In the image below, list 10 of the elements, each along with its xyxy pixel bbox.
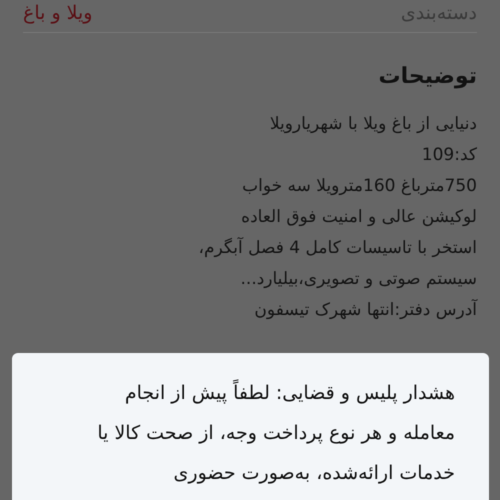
description-line: کد:109 <box>420 144 477 167</box>
description-line: استخر با تاسیسات کامل 4 فصل آبگرم، <box>198 236 477 260</box>
warning-text: هشدار پلیس و قضایی: لطفاً پیش از انجام معامله و هر نوع پرداخت وجه، از صحت کالا یا خدمات ارائه‌شده، به‌صورت حضوری <box>72 373 455 493</box>
description-line: آدرس دفتر:انتها شهرک تیسفون <box>253 298 477 322</box>
category-value: ویلا و باغ <box>23 1 92 26</box>
description-line: دنیایی از باغ ویلا با شهریارویلا <box>268 113 477 136</box>
description-line: سیستم صوتی و تصویری،بیلیارد... <box>240 268 477 291</box>
description-title: توضیحات <box>377 63 477 91</box>
description-line: لوکیشن عالی و امنیت فوق العاده <box>240 206 477 229</box>
description-line: 750مترباغ 160مترویلا سه خواب <box>241 175 477 198</box>
